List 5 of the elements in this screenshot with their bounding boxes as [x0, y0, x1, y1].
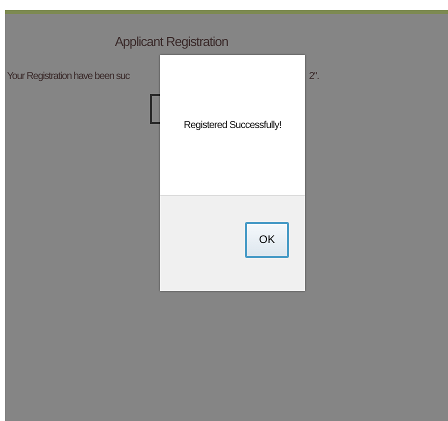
status-message-end: 2".: [308, 71, 319, 82]
ok-button[interactable]: OK: [245, 222, 289, 258]
page-title: Applicant Registration: [114, 33, 230, 49]
dialog-message: Registered Successfully!: [184, 120, 282, 130]
status-message: Your Registration have been suc: [7, 71, 130, 82]
